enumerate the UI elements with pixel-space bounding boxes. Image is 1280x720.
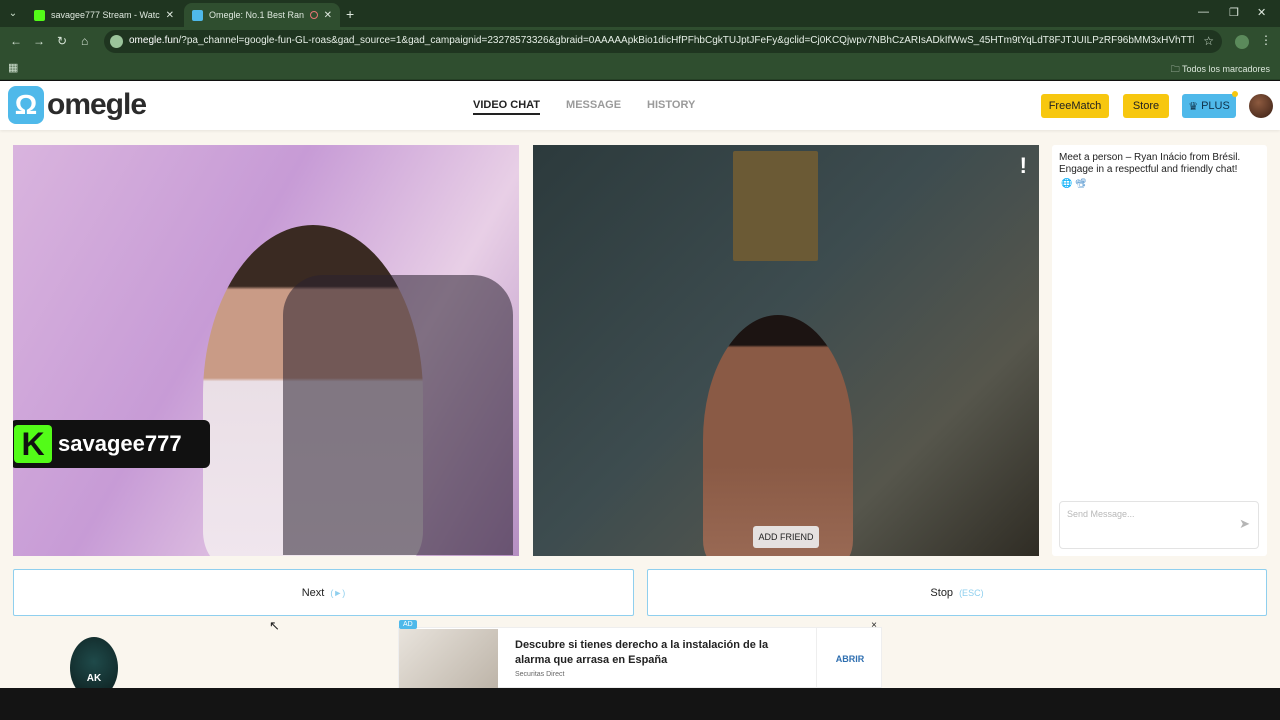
kick-logo-icon: K [14,425,52,463]
restore-icon[interactable]: ❐ [1229,6,1239,19]
close-tab-icon[interactable]: ✕ [324,10,332,21]
ad-image [399,629,498,688]
freematch-button[interactable]: FreeMatch [1041,94,1109,118]
omegle-favicon-icon [192,9,203,21]
user-avatar[interactable] [1249,94,1273,118]
streamer-name: savagee777 [58,431,182,456]
plus-label: PLUS [1201,100,1230,112]
plus-button[interactable]: ♛ PLUS [1182,91,1238,118]
new-tab-icon[interactable]: + [346,6,354,22]
tab-omegle[interactable]: Omegle: No.1 Best Random ✕ [184,3,340,27]
next-label: Next [301,586,325,599]
nav-message[interactable]: MESSAGE [566,99,621,115]
bookmark-star-icon[interactable]: ☆ [1203,34,1214,48]
main-nav: VIDEO CHAT MESSAGE HISTORY [473,99,695,115]
close-window-icon[interactable]: ✕ [1257,6,1266,19]
notification-dot [1232,91,1238,97]
ad-close-icon[interactable]: × [871,620,877,631]
ad-badge: AD [399,620,417,629]
crown-icon: ♛ [1188,100,1199,113]
gaming-chair [283,275,513,555]
back-icon[interactable]: ← [10,34,22,48]
extension-icon[interactable] [1235,35,1249,49]
stop-shortcut-hint: (ESC) [959,587,984,598]
kick-favicon-icon [34,9,45,21]
system-message: Meet a person – Ryan Inácio from Brésil.… [1059,152,1241,175]
browser-tab-bar: ⌄ savagee777 Stream - Watch Li ✕ Omegle:… [0,0,1280,27]
next-shortcut-hint: (►) [330,587,346,598]
next-button[interactable]: Next (►) [13,569,634,616]
local-video: K savagee777 [13,145,519,556]
url-text: omegle.fun/?pa_channel=google-fun-GL-roa… [129,35,1194,46]
remote-video: ! ADD FRIEND [533,145,1039,556]
bookmarks-bar: ▦ 🗀 Todos los marcadores [0,56,1280,80]
country-icons: 🌐 📽 [1061,178,1087,188]
address-bar-row: ← → ↻ ⌂ omegle.fun/?pa_channel=google-fu… [0,27,1280,56]
minimize-icon[interactable]: — [1198,6,1209,18]
home-icon[interactable]: ⌂ [81,34,88,48]
ad-title[interactable]: Descubre si tienes derecho a la instalac… [515,638,795,668]
mouse-cursor-icon: ↖ [269,618,280,633]
taskbar [0,688,1280,720]
omega-logo-icon: Ω [8,86,44,124]
reload-icon[interactable]: ↻ [57,34,67,48]
stop-button[interactable]: Stop (ESC) [647,569,1267,616]
all-bookmarks-label: Todos los marcadores [1181,64,1270,74]
all-bookmarks[interactable]: 🗀 Todos los marcadores [1171,62,1270,78]
url-input[interactable]: omegle.fun/?pa_channel=google-fun-GL-roa… [104,30,1222,53]
wall-picture [733,151,818,261]
send-icon[interactable]: ➤ [1239,516,1250,532]
streamer-overlay: K savagee777 [13,420,210,468]
ak-streamer-badge: AK [70,637,118,688]
forward-icon[interactable]: → [33,34,45,48]
apps-grid-icon[interactable]: ▦ [8,61,18,74]
stop-label: Stop [930,586,954,599]
report-icon[interactable]: ! [1020,153,1027,179]
ad-source: Securitas Direct [515,671,565,678]
add-friend-button[interactable]: ADD FRIEND [753,526,819,548]
tab-search-icon[interactable]: ⌄ [4,5,22,23]
advertisement[interactable]: AD Descubre si tienes derecho a la insta… [398,620,883,688]
logo-text: omegle [47,88,147,121]
nav-history[interactable]: HISTORY [647,99,695,115]
ad-open-button[interactable]: ABRIR [816,628,883,688]
recording-icon [309,11,318,19]
url-path: /?pa_channel=google-fun-GL-roas&gad_sour… [178,35,1194,46]
close-tab-icon[interactable]: ✕ [166,10,174,21]
site-header: Ω omegle VIDEO CHAT MESSAGE HISTORY Free… [0,81,1280,130]
nav-video-chat[interactable]: VIDEO CHAT [473,99,541,115]
tab-title: Omegle: No.1 Best Random [209,10,304,20]
store-button[interactable]: Store [1123,94,1169,118]
message-input[interactable]: Send Message... ➤ [1059,501,1259,549]
tab-kick-stream[interactable]: savagee777 Stream - Watch Li ✕ [26,3,182,27]
tab-title: savagee777 Stream - Watch Li [51,10,160,20]
chat-panel: Meet a person – Ryan Inácio from Brésil.… [1052,145,1267,556]
omegle-logo[interactable]: Ω omegle [8,86,147,124]
omegle-page: Ω omegle VIDEO CHAT MESSAGE HISTORY Free… [0,81,1280,688]
url-host: omegle.fun [129,35,179,46]
partner-figure [703,315,853,556]
message-placeholder: Send Message... [1067,509,1135,519]
browser-menu-icon[interactable]: ⋮ [1260,33,1274,47]
site-info-icon[interactable] [110,35,123,48]
